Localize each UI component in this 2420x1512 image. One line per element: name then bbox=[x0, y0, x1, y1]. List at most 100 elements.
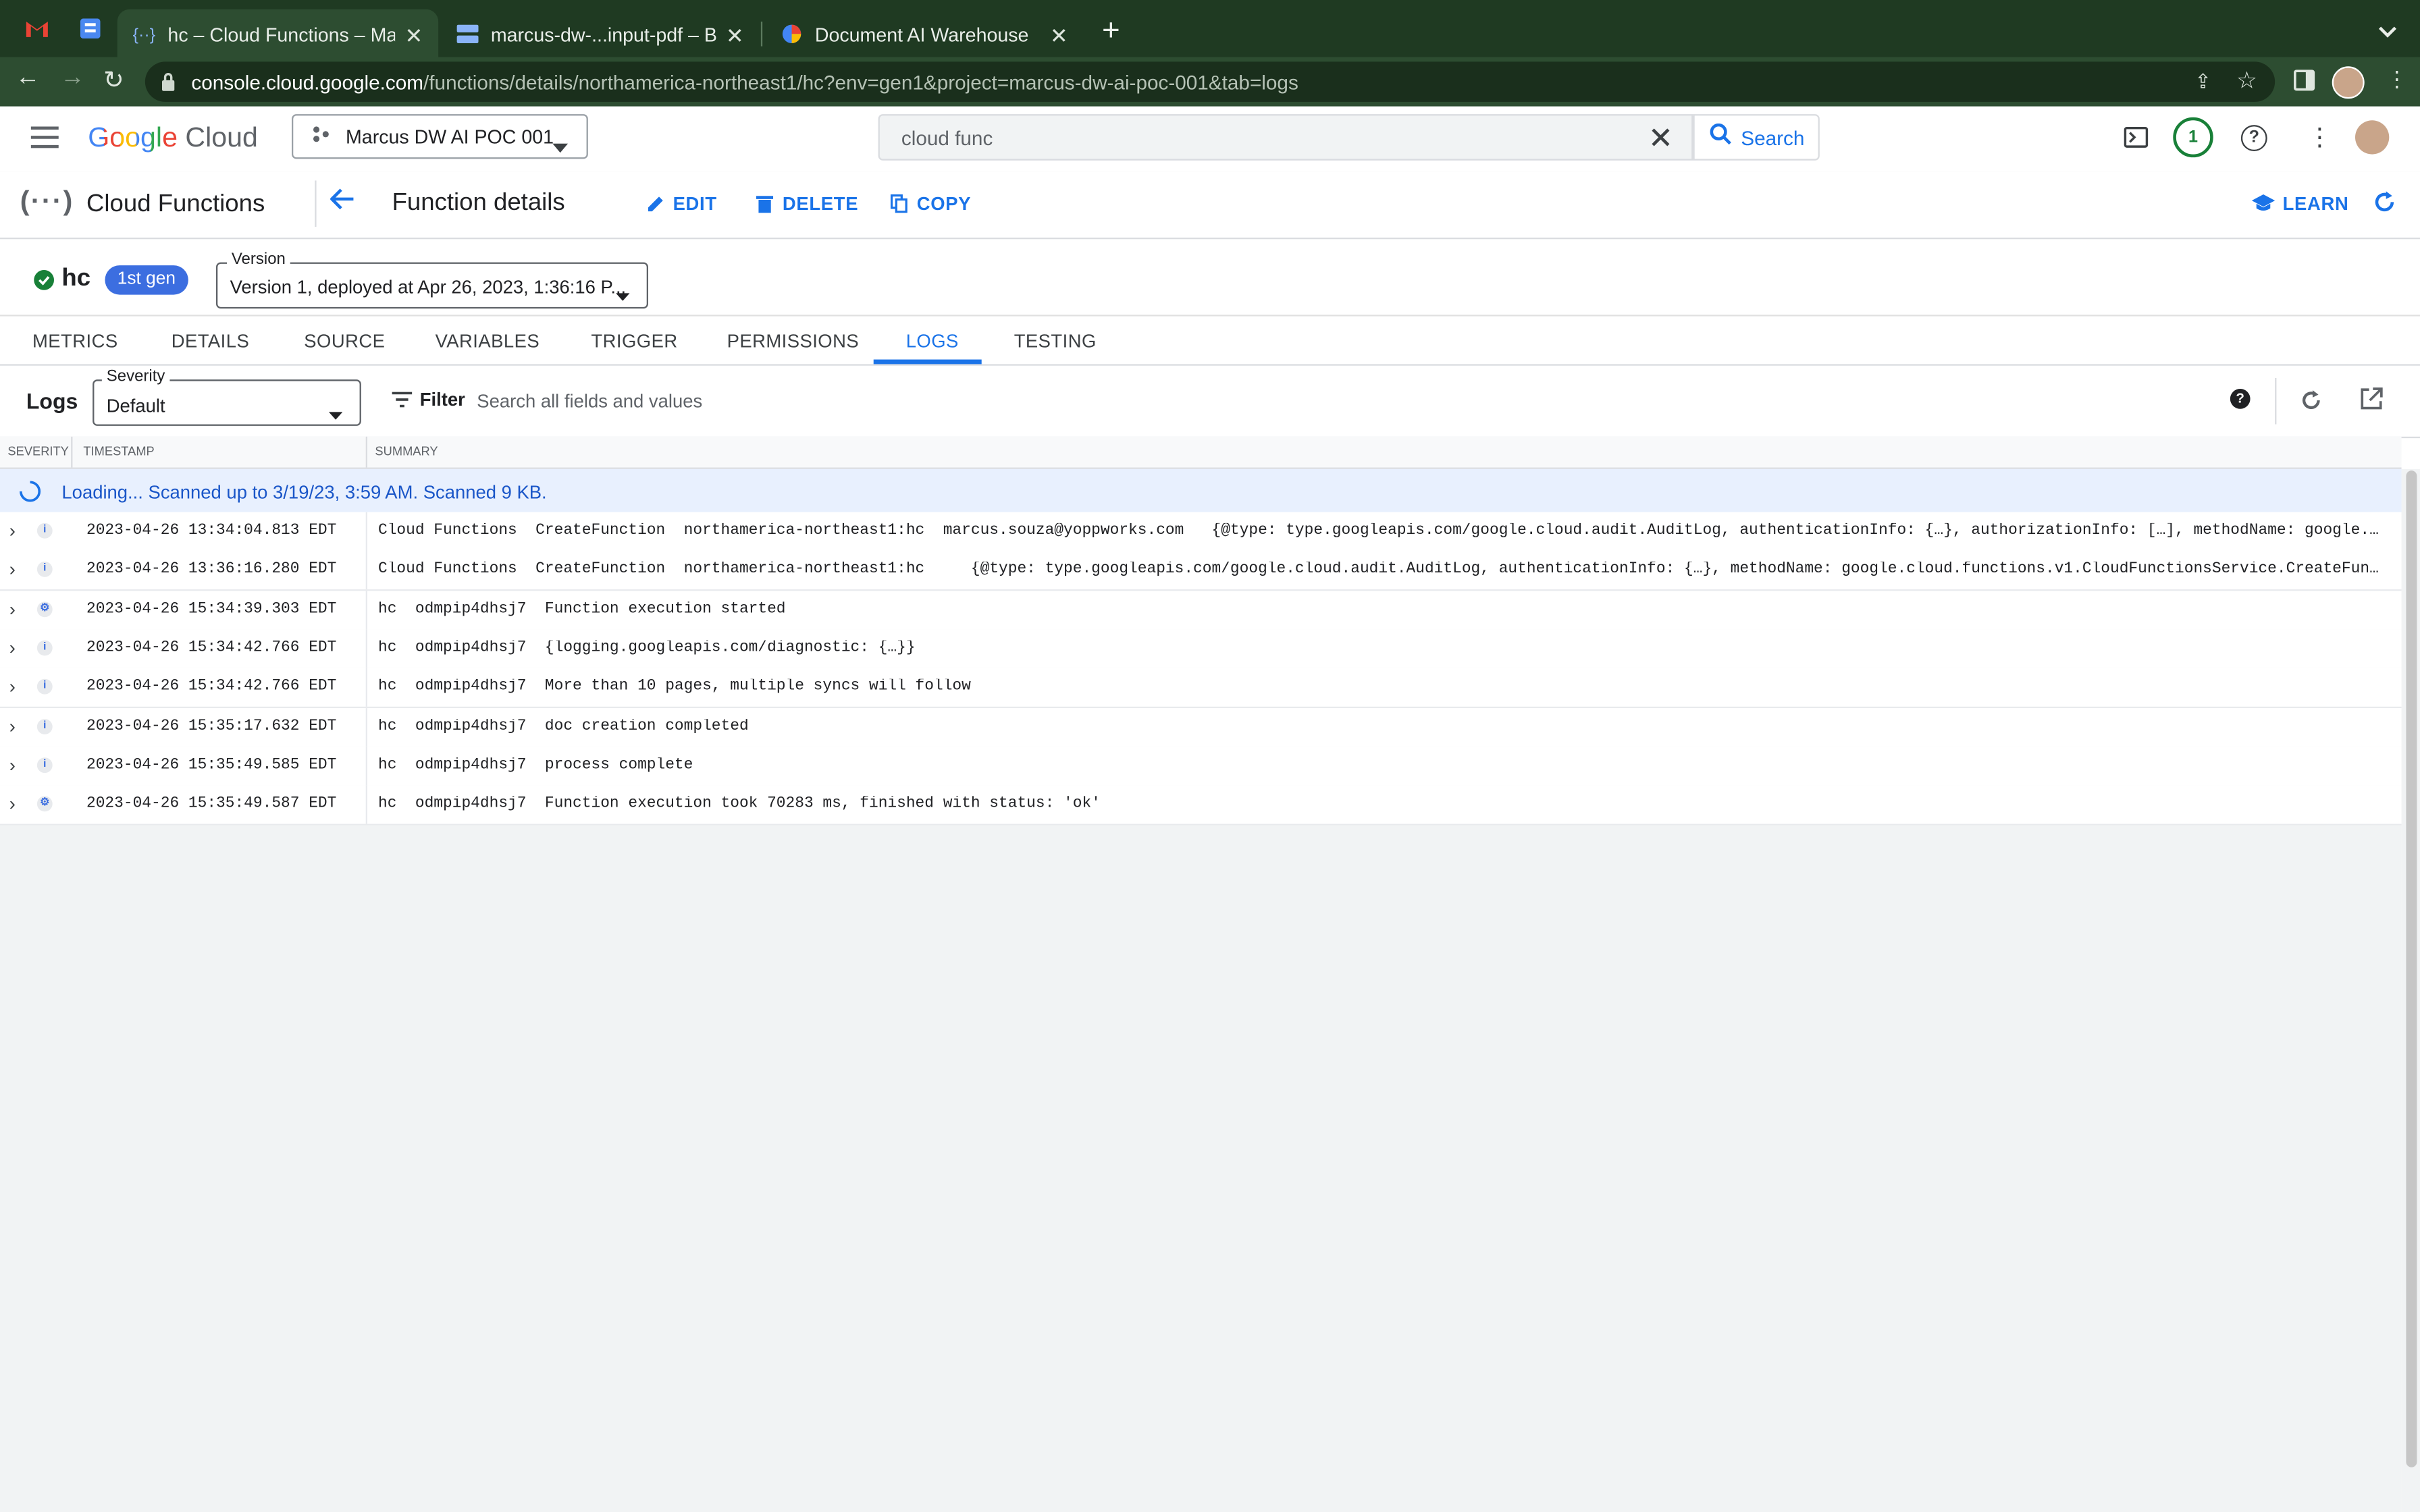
log-scrollbar-thumb[interactable] bbox=[2406, 470, 2417, 1467]
log-row[interactable]: › i 2023-04-26 13:36:16.280 EDT Cloud Funct… bbox=[0, 551, 2402, 591]
open-in-logs-explorer-icon[interactable] bbox=[2360, 387, 2383, 418]
loading-spinner-icon bbox=[18, 480, 41, 511]
filter-button[interactable]: Filter bbox=[392, 389, 465, 410]
browser-tab-strip: {··} hc – Cloud Functions – Marcus ✕ mar… bbox=[0, 0, 2420, 62]
product-toolbar: (···) Cloud Functions Function details E… bbox=[0, 171, 2420, 240]
severity-info-icon: i bbox=[36, 522, 53, 539]
tab-divider bbox=[760, 22, 763, 47]
google-cloud-logo[interactable]: Google Cloud bbox=[88, 122, 258, 155]
share-icon[interactable]: ⇪ bbox=[2194, 70, 2211, 94]
close-tab-icon[interactable]: ✕ bbox=[726, 22, 744, 49]
expand-chevron-icon[interactable]: › bbox=[9, 599, 16, 620]
version-value: Version 1, deployed at Apr 26, 2023, 1:3… bbox=[230, 276, 627, 298]
forward-arrow-icon[interactable]: → bbox=[60, 65, 85, 92]
close-tab-icon[interactable]: ✕ bbox=[404, 22, 423, 49]
tab-variables[interactable]: VARIABLES bbox=[436, 330, 540, 352]
expand-chevron-icon[interactable]: › bbox=[9, 755, 16, 776]
expand-chevron-icon[interactable]: › bbox=[9, 520, 16, 541]
log-row[interactable]: › i 2023-04-26 15:34:42.766 EDT hc odmpip4d… bbox=[0, 629, 2402, 670]
expand-chevron-icon[interactable]: › bbox=[9, 676, 16, 697]
cloud-shell-icon[interactable] bbox=[2124, 126, 2149, 155]
filter-icon bbox=[392, 392, 413, 408]
gmail-pinned-tab[interactable] bbox=[25, 18, 53, 43]
expand-chevron-icon[interactable]: › bbox=[9, 637, 16, 659]
search-button[interactable]: Search bbox=[1693, 114, 1820, 161]
logo-cloud-text: Cloud bbox=[185, 122, 258, 153]
loading-banner: Loading... Scanned up to 3/19/23, 3:59 A… bbox=[0, 468, 2402, 512]
column-divider[interactable] bbox=[71, 436, 73, 468]
expand-chevron-icon[interactable]: › bbox=[9, 716, 16, 738]
log-filter-input[interactable]: Search all fields and values bbox=[477, 390, 2174, 412]
log-row[interactable]: › ⚙ 2023-04-26 15:35:49.587 EDT hc odmpip4d… bbox=[0, 785, 2402, 826]
browser-tab-bucket[interactable]: marcus-dw-...input-pdf – Buck ✕ bbox=[442, 9, 760, 62]
hamburger-menu-icon[interactable] bbox=[30, 126, 59, 155]
project-name: Marcus DW AI POC 001 bbox=[346, 126, 554, 148]
bookmark-star-icon[interactable]: ☆ bbox=[2236, 66, 2257, 94]
close-tab-icon[interactable]: ✕ bbox=[1050, 22, 1068, 49]
severity-info-icon: i bbox=[36, 562, 53, 577]
refresh-icon[interactable] bbox=[2372, 190, 2397, 222]
tab-trigger[interactable]: TRIGGER bbox=[591, 330, 677, 352]
docs-pinned-tab[interactable] bbox=[80, 18, 102, 40]
side-panel-icon[interactable] bbox=[2294, 70, 2315, 99]
copy-label: COPY bbox=[916, 192, 972, 215]
back-arrow-icon[interactable]: ← bbox=[16, 65, 41, 92]
reload-icon[interactable]: ↻ bbox=[103, 65, 124, 96]
column-header-timestamp[interactable]: TIMESTAMP bbox=[83, 444, 154, 458]
expand-chevron-icon[interactable]: › bbox=[9, 793, 16, 815]
version-select[interactable]: Version Version 1, deployed at Apr 26, 2… bbox=[216, 250, 649, 309]
back-arrow-icon[interactable] bbox=[330, 188, 355, 217]
expand-chevron-icon[interactable]: › bbox=[9, 558, 16, 580]
log-timestamp: 2023-04-26 13:36:16.280 EDT bbox=[86, 562, 337, 579]
log-row[interactable]: › i 2023-04-26 15:34:42.766 EDT hc odmpip4d… bbox=[0, 668, 2402, 709]
tab-source[interactable]: SOURCE bbox=[304, 330, 385, 352]
profile-avatar[interactable] bbox=[2332, 66, 2365, 99]
pinned-app-icon bbox=[80, 18, 101, 39]
tab-logs[interactable]: LOGS bbox=[906, 330, 959, 352]
log-timestamp: 2023-04-26 13:34:04.813 EDT bbox=[86, 522, 337, 541]
learn-label: LEARN bbox=[2282, 192, 2349, 215]
more-options-icon[interactable]: ⋮ bbox=[2307, 122, 2332, 153]
refresh-logs-icon[interactable] bbox=[2300, 389, 2323, 420]
log-row[interactable]: › i 2023-04-26 15:35:49.585 EDT hc odmpip4d… bbox=[0, 747, 2402, 787]
browser-menu-icon[interactable]: ⋮ bbox=[2386, 66, 2408, 92]
column-divider bbox=[365, 512, 367, 551]
status-ok-icon bbox=[34, 270, 54, 290]
tab-title: marcus-dw-...input-pdf – Buck bbox=[490, 24, 717, 47]
tab-details[interactable]: DETAILS bbox=[172, 330, 250, 352]
search-bar[interactable]: cloud func bbox=[878, 114, 1693, 161]
log-timestamp: 2023-04-26 15:35:17.632 EDT bbox=[86, 719, 337, 736]
browser-tab-docai-warehouse[interactable]: Document AI Warehouse ✕ bbox=[766, 9, 1084, 62]
log-row[interactable]: › i 2023-04-26 15:35:17.632 EDT hc odmpip4d… bbox=[0, 708, 2402, 749]
copy-button[interactable]: COPY bbox=[890, 192, 972, 215]
log-row[interactable]: › i 2023-04-26 13:34:04.813 EDT Cloud Funct… bbox=[0, 512, 2402, 553]
column-divider[interactable] bbox=[365, 436, 367, 468]
clear-search-icon[interactable] bbox=[1652, 126, 1670, 154]
edit-button[interactable]: EDIT bbox=[647, 193, 717, 215]
delete-button[interactable]: DELETE bbox=[756, 193, 858, 215]
account-avatar[interactable] bbox=[2355, 120, 2390, 155]
learn-button[interactable]: LEARN bbox=[2251, 192, 2349, 215]
search-input[interactable]: cloud func bbox=[901, 126, 993, 149]
address-bar[interactable]: console.cloud.google.com/functions/detai… bbox=[144, 61, 2276, 102]
notifications-badge[interactable]: 1 bbox=[2173, 117, 2213, 158]
tab-metrics[interactable]: METRICS bbox=[32, 330, 118, 352]
tab-search-chevron-icon[interactable] bbox=[2378, 18, 2397, 46]
url-text: console.cloud.google.com/functions/detai… bbox=[191, 71, 1298, 94]
log-row[interactable]: › ⚙ 2023-04-26 15:34:39.303 EDT hc odmpip4d… bbox=[0, 591, 2402, 631]
detail-tabs: METRICS DETAILS SOURCE VARIABLES TRIGGER… bbox=[0, 317, 2420, 366]
new-tab-button[interactable]: + bbox=[1102, 14, 1120, 50]
severity-select[interactable]: Severity Default bbox=[93, 367, 361, 426]
tab-permissions[interactable]: PERMISSIONS bbox=[727, 330, 860, 352]
query-help-icon[interactable]: ? bbox=[2230, 389, 2251, 409]
help-icon[interactable]: ? bbox=[2240, 125, 2267, 152]
column-header-summary[interactable]: SUMMARY bbox=[375, 444, 438, 458]
url-host: console.cloud.google.com bbox=[191, 71, 424, 94]
project-picker[interactable]: Marcus DW AI POC 001 bbox=[292, 114, 588, 159]
column-header-severity[interactable]: SEVERITY bbox=[7, 444, 68, 458]
tab-testing[interactable]: TESTING bbox=[1014, 330, 1097, 352]
browser-tab-cloud-functions[interactable]: {··} hc – Cloud Functions – Marcus ✕ bbox=[117, 9, 439, 62]
logs-title: Logs bbox=[26, 389, 78, 414]
function-summary: hc 1st gen Version Version 1, deployed a… bbox=[0, 239, 2420, 317]
storage-favicon bbox=[456, 24, 479, 47]
